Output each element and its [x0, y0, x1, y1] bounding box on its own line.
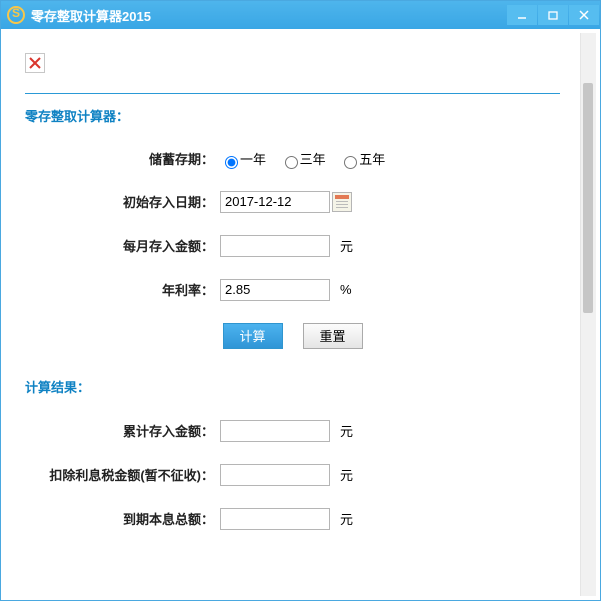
form-section-title: 零存整取计算器： — [25, 106, 560, 125]
total-deposit-label: 累计存入金额： — [25, 421, 220, 440]
interest-tax-output[interactable] — [220, 464, 330, 486]
term-option-3yr[interactable]: 三年 — [280, 152, 326, 167]
maximize-button[interactable] — [538, 5, 568, 25]
calculate-button[interactable]: 计算 — [223, 323, 283, 349]
deposit-term-label: 储蓄存期： — [25, 149, 220, 168]
total-deposit-output[interactable] — [220, 420, 330, 442]
maturity-label: 到期本息总额： — [25, 509, 220, 528]
vertical-scrollbar[interactable] — [580, 33, 596, 596]
annual-rate-unit: % — [340, 282, 352, 297]
interest-tax-unit: 元 — [340, 465, 353, 484]
content-area: 零存整取计算器： 储蓄存期： 一年 三年 五年 初始存入日期： — [1, 29, 600, 600]
calendar-icon[interactable] — [332, 192, 352, 212]
app-logo-icon — [7, 6, 25, 24]
annual-rate-label: 年利率： — [25, 280, 220, 299]
scrollbar-thumb[interactable] — [583, 83, 593, 313]
result-section-title: 计算结果： — [25, 377, 560, 396]
term-label-3yr: 三年 — [300, 152, 326, 167]
monthly-amount-input[interactable] — [220, 235, 330, 257]
window-title: 零存整取计算器2015 — [31, 6, 151, 25]
term-option-5yr[interactable]: 五年 — [339, 152, 385, 167]
maturity-output[interactable] — [220, 508, 330, 530]
interest-tax-label: 扣除利息税金额(暂不征收)： — [25, 465, 220, 484]
application-window: 零存整取计算器2015 零存整取计算器： 储蓄存期： 一年 — [0, 0, 601, 601]
reset-button[interactable]: 重置 — [303, 323, 363, 349]
total-deposit-unit: 元 — [340, 421, 353, 440]
titlebar: 零存整取计算器2015 — [1, 1, 600, 29]
start-date-label: 初始存入日期： — [25, 192, 220, 211]
close-window-button[interactable] — [569, 5, 599, 25]
deposit-term-radios: 一年 三年 五年 — [220, 149, 395, 169]
term-radio-1yr[interactable] — [225, 156, 238, 169]
term-label-5yr: 五年 — [359, 152, 385, 167]
close-tab-button[interactable] — [25, 53, 45, 73]
term-radio-3yr[interactable] — [285, 156, 298, 169]
annual-rate-input[interactable] — [220, 279, 330, 301]
monthly-amount-label: 每月存入金额： — [25, 236, 220, 255]
term-option-1yr[interactable]: 一年 — [220, 152, 266, 167]
divider — [25, 93, 560, 94]
monthly-amount-unit: 元 — [340, 236, 353, 255]
term-label-1yr: 一年 — [240, 152, 266, 167]
minimize-button[interactable] — [507, 5, 537, 25]
maturity-unit: 元 — [340, 509, 353, 528]
start-date-input[interactable] — [220, 191, 330, 213]
term-radio-5yr[interactable] — [344, 156, 357, 169]
